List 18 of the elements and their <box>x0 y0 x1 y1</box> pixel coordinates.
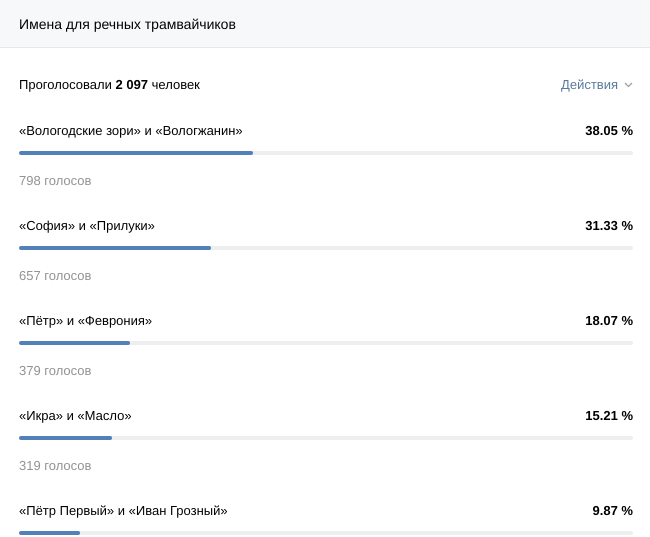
option-percent: 9.87 % <box>592 502 633 520</box>
chevron-down-icon <box>624 82 633 88</box>
option-label: «Пётр Первый» и «Иван Грозный» <box>19 502 228 520</box>
poll-title: Имена для речных трамвайчиков <box>19 14 236 34</box>
option-percent: 15.21 % <box>585 407 633 425</box>
vote-count-text: Проголосовали 2 097 человек <box>19 76 200 94</box>
option-label: «София» и «Прилуки» <box>19 217 155 235</box>
vote-count: 379 голосов <box>19 362 92 380</box>
option-label: «Вологодские зори» и «Вологжанин» <box>19 122 243 140</box>
vote-count: 319 голосов <box>19 457 92 475</box>
option-percent: 38.05 % <box>585 122 633 140</box>
vote-count: 657 голосов <box>19 267 92 285</box>
option-label: «Икра» и «Масло» <box>19 407 132 425</box>
option-label: «Пётр» и «Феврония» <box>19 312 152 330</box>
vote-count: 798 голосов <box>19 172 92 190</box>
option-percent: 18.07 % <box>585 312 633 330</box>
actions-dropdown[interactable]: Действия <box>561 75 633 95</box>
option-percent: 31.33 % <box>585 217 633 235</box>
